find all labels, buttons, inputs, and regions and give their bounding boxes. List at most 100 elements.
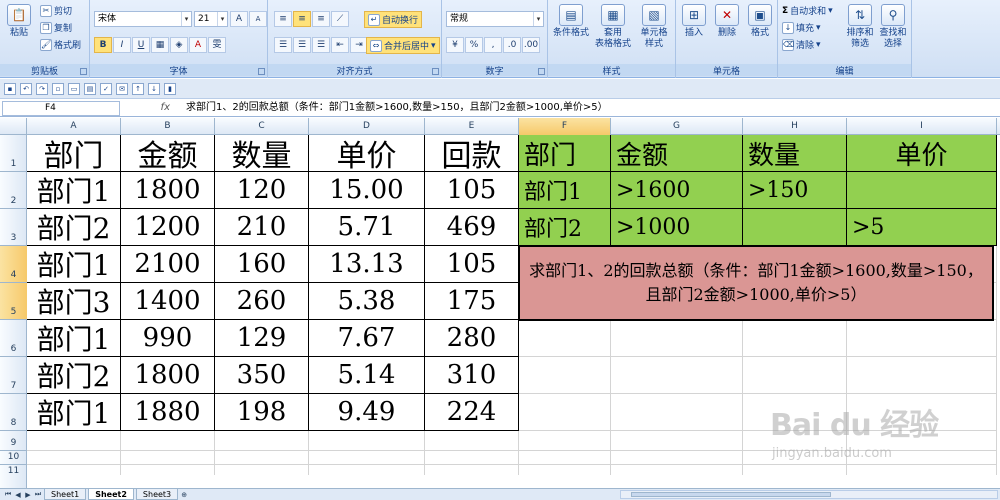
shrink-font-button[interactable]: A — [249, 11, 267, 27]
sheet-tab-2[interactable]: Sheet2 — [88, 489, 134, 500]
table-data-cell[interactable]: 部门3 — [27, 283, 121, 320]
autosum-button[interactable]: Σ 自动求和 ▾ — [782, 4, 833, 18]
cell[interactable] — [121, 451, 215, 465]
fill-button[interactable]: ↓ 填充 ▾ — [782, 21, 821, 34]
cell[interactable] — [611, 357, 743, 394]
cell[interactable] — [121, 465, 215, 475]
sort-ascending-icon[interactable]: ↑ — [132, 82, 144, 95]
currency-button[interactable]: ¥ — [446, 37, 464, 53]
cell[interactable] — [743, 431, 847, 451]
table-data-cell[interactable]: 105 — [425, 172, 519, 209]
align-top-button[interactable]: ≡ — [274, 11, 292, 27]
cut-button[interactable]: ✂ 剪切 — [40, 4, 72, 17]
cell[interactable] — [519, 431, 611, 451]
cell[interactable] — [743, 320, 847, 357]
table-data-cell[interactable]: 部门1 — [27, 172, 121, 209]
cell[interactable] — [27, 431, 121, 451]
cell[interactable] — [743, 451, 847, 465]
merged-note-cell[interactable]: 求部门1、2的回款总额（条件：部门1金额>1600,数量>150，且部门2金额>… — [519, 246, 993, 320]
row-header-4[interactable]: 4 — [0, 246, 27, 283]
align-right-button[interactable]: ☰ — [312, 37, 330, 53]
cell-styles-button[interactable]: ▧ 单元格 样式 — [634, 4, 674, 50]
table-data-cell[interactable]: 310 — [425, 357, 519, 394]
table-data-cell[interactable]: 129 — [215, 320, 309, 357]
formula-input[interactable]: 求部门1、2的回款总额（条件：部门1金额>1600,数量>150，且部门2金额>… — [186, 101, 998, 116]
font-launcher[interactable] — [258, 68, 265, 75]
cell[interactable] — [309, 431, 425, 451]
insert-function-icon[interactable]: fx — [130, 101, 170, 116]
print-preview-icon[interactable]: ▤ — [84, 82, 96, 95]
column-header-d[interactable]: D — [309, 118, 425, 135]
bold-button[interactable]: B — [94, 37, 112, 53]
cell[interactable] — [215, 431, 309, 451]
table-header-cell[interactable]: 部门 — [27, 135, 121, 172]
cell[interactable] — [519, 465, 611, 475]
phonetic-button[interactable]: 雯 — [208, 37, 226, 53]
cell[interactable] — [519, 394, 611, 431]
row-header-1[interactable]: 1 — [0, 135, 27, 172]
next-sheet-icon[interactable]: ▶ — [24, 491, 32, 499]
cell[interactable] — [425, 451, 519, 465]
merge-center-button[interactable]: ⇔ 合并后居中 ▾ — [366, 37, 440, 54]
table-data-cell[interactable]: 部门1 — [27, 394, 121, 431]
cell[interactable] — [847, 451, 997, 465]
redo-icon[interactable]: ↷ — [36, 82, 48, 95]
cell[interactable] — [847, 394, 997, 431]
select-all-corner[interactable] — [0, 118, 27, 135]
cell[interactable] — [425, 431, 519, 451]
cell[interactable] — [743, 394, 847, 431]
cell[interactable] — [611, 451, 743, 465]
table-data-cell[interactable]: 1880 — [121, 394, 215, 431]
increase-decimal-button[interactable]: .0 — [503, 37, 521, 53]
criteria-value-cell[interactable] — [743, 209, 847, 246]
row-header-10[interactable]: 10 — [0, 451, 27, 465]
criteria-header-cell[interactable]: 金额 — [611, 135, 743, 172]
conditional-format-button[interactable]: ▤ 条件格式 — [550, 4, 592, 39]
insert-sheet-icon[interactable]: ⊕ — [180, 491, 188, 499]
horizontal-scrollbar[interactable] — [620, 490, 998, 499]
cell[interactable] — [215, 451, 309, 465]
table-data-cell[interactable]: 210 — [215, 209, 309, 246]
cell[interactable] — [847, 357, 997, 394]
column-header-h[interactable]: H — [743, 118, 847, 135]
table-data-cell[interactable]: 350 — [215, 357, 309, 394]
column-header-b[interactable]: B — [121, 118, 215, 135]
sort-descending-icon[interactable]: ↓ — [148, 82, 160, 95]
table-data-cell[interactable]: 15.00 — [309, 172, 425, 209]
scrollbar-thumb[interactable] — [631, 492, 831, 497]
column-header-g[interactable]: G — [611, 118, 743, 135]
cell[interactable] — [743, 357, 847, 394]
delete-button[interactable]: ✕ 删除 — [711, 4, 743, 39]
table-data-cell[interactable]: 469 — [425, 209, 519, 246]
column-header-f[interactable]: F — [519, 118, 611, 135]
cell[interactable] — [611, 431, 743, 451]
table-header-cell[interactable]: 回款 — [425, 135, 519, 172]
cell[interactable] — [743, 465, 847, 475]
chart-icon[interactable]: ▮ — [164, 82, 176, 95]
cell[interactable] — [27, 451, 121, 465]
first-sheet-icon[interactable]: ⏮ — [4, 490, 12, 499]
row-header-8[interactable]: 8 — [0, 394, 27, 431]
cell[interactable] — [121, 431, 215, 451]
worksheet-grid[interactable]: 部门 金额 数量 单价 回款 部门1 1800 120 15.00 105 部门2 1200 210 5.… — [27, 135, 1000, 475]
criteria-value-cell[interactable]: >150 — [743, 172, 847, 209]
cell[interactable] — [27, 465, 121, 475]
table-data-cell[interactable]: 1400 — [121, 283, 215, 320]
criteria-value-cell[interactable]: >5 — [847, 209, 997, 246]
table-data-cell[interactable]: 部门2 — [27, 357, 121, 394]
number-format-select[interactable]: 常规 ▾ — [446, 11, 544, 27]
criteria-value-cell[interactable]: 部门2 — [519, 209, 611, 246]
comma-button[interactable]: , — [484, 37, 502, 53]
copy-button[interactable]: ❐ 复制 — [40, 21, 72, 34]
align-left-button[interactable]: ☰ — [274, 37, 292, 53]
find-select-button[interactable]: ⚲ 查找和 选择 — [877, 4, 909, 50]
decrease-decimal-button[interactable]: .00 — [522, 37, 540, 53]
sheet-tab-3[interactable]: Sheet3 — [135, 489, 179, 500]
cell[interactable] — [519, 451, 611, 465]
table-data-cell[interactable]: 5.71 — [309, 209, 425, 246]
table-data-cell[interactable]: 部门2 — [27, 209, 121, 246]
border-button[interactable]: ▦ — [151, 37, 169, 53]
criteria-header-cell[interactable]: 部门 — [519, 135, 611, 172]
column-header-i[interactable]: I — [847, 118, 997, 135]
paste-button[interactable]: 📋 粘贴 — [4, 4, 34, 39]
